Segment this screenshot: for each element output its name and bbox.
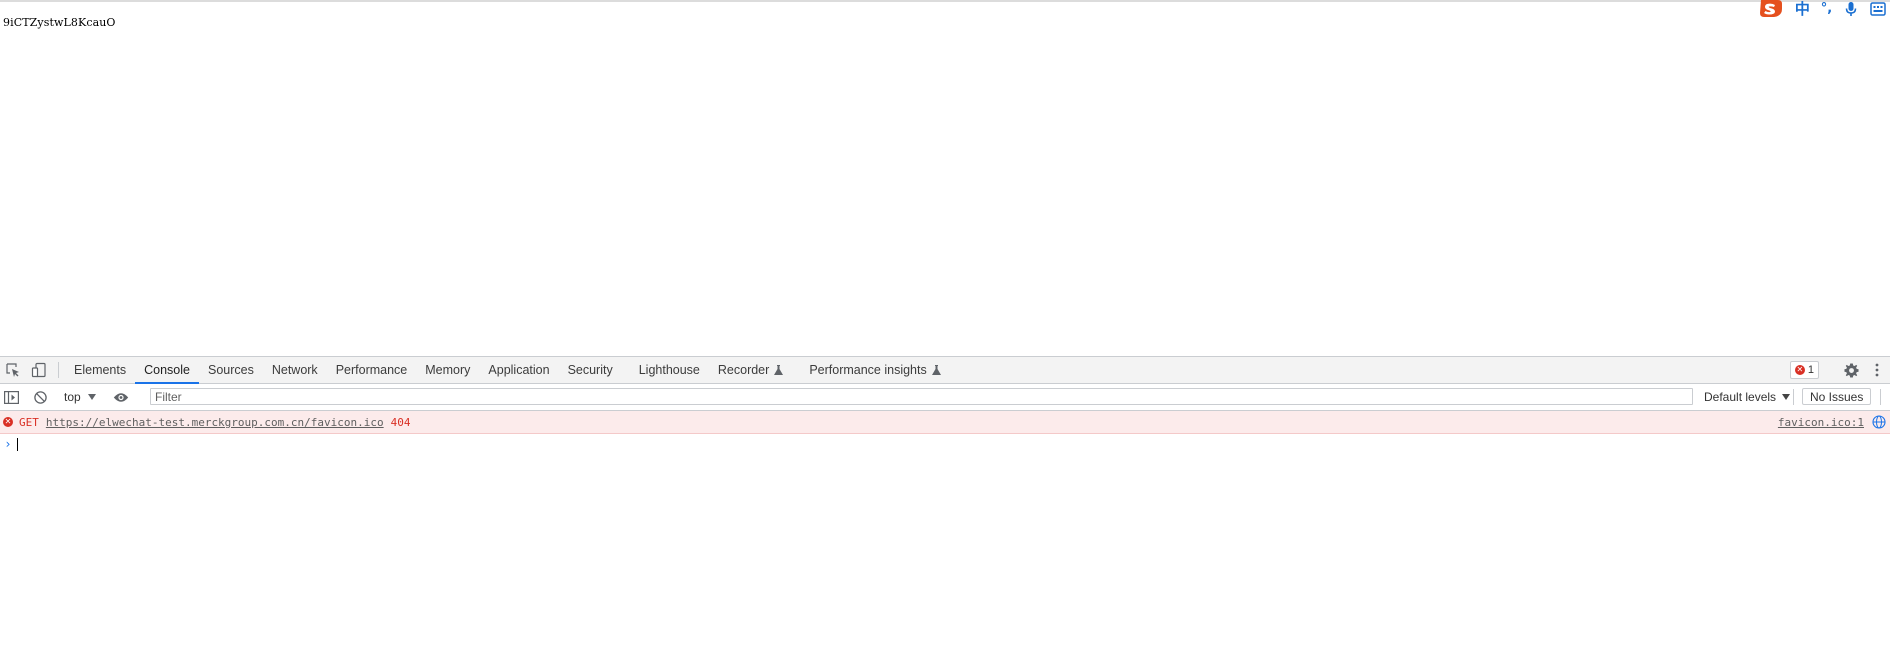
clear-console-icon	[33, 390, 47, 404]
tab-label: Sources	[207, 363, 254, 377]
tab-security[interactable]: Security	[559, 357, 622, 383]
gear-icon	[1843, 362, 1859, 378]
console-toolbar: top Default levels No Issues	[0, 384, 1890, 411]
sidebar-toggle-icon	[3, 390, 19, 404]
tab-memory[interactable]: Memory	[416, 357, 479, 383]
kebab-menu-icon	[1875, 363, 1879, 377]
tab-label: Network	[271, 363, 318, 377]
issues-label: No Issues	[1810, 389, 1864, 404]
tab-label: Performance insights	[809, 363, 927, 377]
status-code: 404	[390, 415, 411, 429]
tab-elements[interactable]: Elements	[65, 357, 135, 383]
context-selector[interactable]: top	[58, 390, 102, 404]
device-toolbar-button[interactable]	[26, 357, 52, 383]
request-method: GET	[19, 415, 39, 429]
inspect-icon	[6, 363, 19, 377]
clear-console-button[interactable]	[29, 390, 51, 404]
punctuation-icon[interactable]: °,	[1821, 2, 1832, 16]
browser-viewport: 9iCTZystwL8KcauO 中 °, Elements Console S…	[0, 0, 1890, 646]
network-request-icon[interactable]	[1872, 415, 1886, 429]
tab-performance-insights[interactable]: Performance insights	[800, 357, 949, 383]
tab-label: Recorder	[717, 363, 770, 377]
tab-label: Console	[144, 363, 190, 377]
issues-button[interactable]: No Issues	[1802, 388, 1872, 405]
tab-recorder[interactable]: Recorder	[709, 357, 792, 383]
tab-label: Memory	[425, 363, 471, 377]
device-toggle-icon	[31, 362, 46, 378]
sogou-logo-icon[interactable]	[1758, 0, 1784, 18]
tab-application[interactable]: Application	[479, 357, 558, 383]
toolbar-divider	[1880, 389, 1881, 405]
chevron-down-icon	[1782, 394, 1791, 400]
error-count-badge[interactable]: ✕ 1	[1789, 361, 1819, 379]
top-border	[0, 0, 1890, 2]
devtools-panel: Elements Console Sources Network Perform…	[0, 356, 1890, 646]
show-sidebar-button[interactable]	[0, 390, 22, 404]
devtools-tabbar: Elements Console Sources Network Perform…	[0, 357, 1890, 384]
console-filter-input[interactable]	[150, 388, 1693, 405]
inspect-element-button[interactable]	[0, 357, 26, 383]
error-icon: ✕	[3, 417, 13, 427]
tab-lighthouse[interactable]: Lighthouse	[630, 357, 709, 383]
microphone-icon[interactable]	[1843, 1, 1859, 17]
toolbar-divider	[58, 362, 59, 378]
tab-label: Application	[488, 363, 550, 377]
text-cursor	[17, 437, 18, 451]
tab-label: Security	[567, 363, 613, 377]
prompt-chevron-icon: ›	[5, 437, 11, 451]
error-count: 1	[1807, 364, 1814, 376]
tab-sources[interactable]: Sources	[199, 357, 263, 383]
tab-performance[interactable]: Performance	[327, 357, 417, 383]
tab-network[interactable]: Network	[263, 357, 327, 383]
context-value: top	[64, 390, 81, 404]
message-source-link[interactable]: favicon.ico:1	[1778, 416, 1864, 429]
chevron-down-icon	[87, 394, 96, 400]
eye-icon	[113, 392, 128, 402]
tab-label: Performance	[335, 363, 408, 377]
console-error-message: ✕ GET https://elwechat-test.merckgroup.c…	[0, 411, 1890, 434]
page-content-text: 9iCTZystwL8KcauO	[3, 16, 116, 29]
request-url-link[interactable]: https://elwechat-test.merckgroup.com.cn/…	[46, 416, 384, 429]
tab-label: Lighthouse	[638, 363, 700, 377]
toolbar-divider	[1793, 389, 1794, 405]
keyboard-icon[interactable]	[1870, 1, 1886, 17]
tab-console[interactable]: Console	[135, 357, 199, 384]
console-prompt[interactable]: ›	[0, 434, 1890, 454]
live-expression-button[interactable]	[109, 392, 133, 403]
log-levels-label: Default levels	[1704, 390, 1777, 404]
experimental-flask-icon	[931, 365, 941, 375]
ime-toolbar: 中 °,	[1758, 0, 1890, 18]
error-icon: ✕	[1794, 365, 1805, 375]
more-options-button[interactable]	[1864, 363, 1890, 377]
tabbar-right-controls: ✕ 1	[1789, 357, 1890, 383]
experimental-flask-icon	[774, 365, 784, 375]
tab-label: Elements	[74, 363, 127, 377]
ime-mode-label[interactable]: 中	[1795, 2, 1810, 17]
settings-button[interactable]	[1838, 362, 1864, 378]
log-levels-dropdown[interactable]: Default levels	[1704, 384, 1791, 410]
